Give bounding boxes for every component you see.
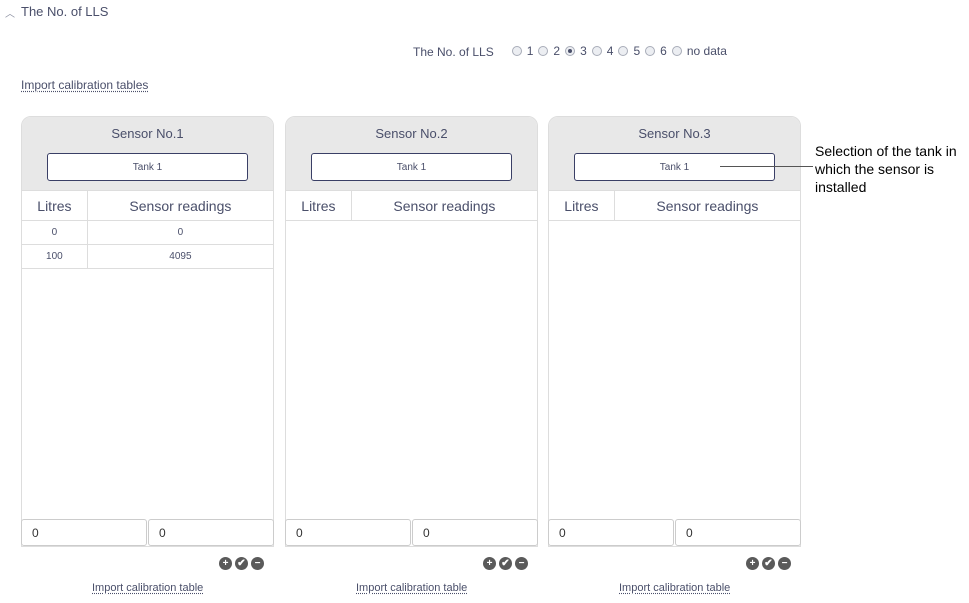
radio-button[interactable] <box>511 46 522 56</box>
new-row-inputs <box>285 519 538 546</box>
radio-button[interactable] <box>538 46 549 56</box>
lls-radio-option[interactable]: no data <box>671 44 727 58</box>
lls-radio-option[interactable]: 1 <box>511 44 534 58</box>
readings-input[interactable] <box>148 519 274 546</box>
radio-button[interactable] <box>618 46 629 56</box>
new-row-inputs <box>21 519 274 546</box>
import-calibration-table-link[interactable]: Import calibration table <box>356 582 467 594</box>
add-row-icon[interactable]: + <box>483 557 496 570</box>
remove-row-icon[interactable]: − <box>778 557 791 570</box>
import-calibration-tables-link[interactable]: Import calibration tables <box>21 78 148 92</box>
lls-count-label: The No. of LLS <box>413 44 494 59</box>
column-header-readings: Sensor readings <box>613 191 800 221</box>
table-row[interactable]: 0 0 <box>22 220 273 245</box>
sensor-card-header: Sensor No.1 Tank 1 <box>22 117 273 191</box>
readings-input[interactable] <box>675 519 801 546</box>
radio-label: 3 <box>580 44 587 58</box>
calibration-table: Litres Sensor readings <box>549 191 800 221</box>
column-header-litres: Litres <box>549 191 615 221</box>
radio-label: 5 <box>633 44 641 58</box>
column-header-readings: Sensor readings <box>86 191 273 221</box>
remove-row-icon[interactable]: − <box>515 557 528 570</box>
section-title: The No. of LLS <box>21 4 109 19</box>
sensor-title: Sensor No.3 <box>638 126 711 141</box>
readings-input[interactable] <box>412 519 538 546</box>
confirm-icon[interactable]: ✔ <box>235 557 248 570</box>
litres-input[interactable] <box>21 519 147 546</box>
litres-input[interactable] <box>548 519 674 546</box>
sensor-card: Sensor No.1 Tank 1 Litres Sensor reading… <box>21 116 274 547</box>
radio-label: 1 <box>526 44 534 58</box>
radio-label: 6 <box>660 44 667 58</box>
lls-count-selector: The No. of LLS 1 2 3 4 5 6 no data <box>413 44 732 59</box>
new-row-inputs <box>548 519 801 546</box>
sensor-card: Sensor No.3 Tank 1 Litres Sensor reading… <box>548 116 801 547</box>
radio-label: 2 <box>553 44 561 58</box>
tank-select[interactable]: Tank 1 <box>574 153 775 181</box>
sensor-card-header: Sensor No.3 Tank 1 <box>549 117 800 191</box>
radio-label: no data <box>686 44 727 58</box>
radio-label: 4 <box>606 44 614 58</box>
tank-select[interactable]: Tank 1 <box>47 153 248 181</box>
tank-select[interactable]: Tank 1 <box>311 153 512 181</box>
confirm-icon[interactable]: ✔ <box>762 557 775 570</box>
table-row[interactable]: 100 4095 <box>22 244 273 269</box>
radio-button[interactable] <box>645 46 656 56</box>
column-header-litres: Litres <box>22 191 88 221</box>
import-calibration-table-link[interactable]: Import calibration table <box>92 582 203 594</box>
radio-button[interactable] <box>671 46 682 56</box>
caret-up-icon[interactable]: ︿ <box>5 5 15 20</box>
radio-button[interactable] <box>591 46 602 56</box>
litres-cell: 0 <box>22 220 88 245</box>
lls-radio-option[interactable]: 2 <box>538 44 560 58</box>
row-actions: + ✔ − <box>483 557 528 570</box>
calibration-table: Litres Sensor readings 0 0 100 4095 <box>22 191 273 269</box>
sensor-card-header: Sensor No.2 Tank 1 <box>286 117 537 191</box>
column-header-readings: Sensor readings <box>350 191 537 221</box>
readings-cell: 0 <box>86 220 273 245</box>
row-actions: + ✔ − <box>746 557 791 570</box>
readings-cell: 4095 <box>86 244 273 269</box>
sensor-card: Sensor No.2 Tank 1 Litres Sensor reading… <box>285 116 538 547</box>
sensor-title: Sensor No.1 <box>111 126 184 141</box>
add-row-icon[interactable]: + <box>746 557 759 570</box>
lls-radio-option[interactable]: 3 <box>565 44 587 58</box>
litres-cell: 100 <box>22 244 88 269</box>
lls-radio-option[interactable]: 4 <box>591 44 614 58</box>
confirm-icon[interactable]: ✔ <box>499 557 512 570</box>
import-calibration-table-link[interactable]: Import calibration table <box>619 582 730 594</box>
add-row-icon[interactable]: + <box>219 557 232 570</box>
radio-button[interactable] <box>565 46 576 56</box>
callout-text: Selection of the tank in which the senso… <box>815 143 957 195</box>
calibration-table: Litres Sensor readings <box>286 191 537 221</box>
section-header[interactable]: ︿ The No. of LLS <box>5 4 109 20</box>
litres-input[interactable] <box>285 519 411 546</box>
row-actions: + ✔ − <box>219 557 264 570</box>
remove-row-icon[interactable]: − <box>251 557 264 570</box>
sensor-title: Sensor No.2 <box>375 126 448 141</box>
callout-line <box>720 166 813 167</box>
lls-radio-option[interactable]: 6 <box>645 44 667 58</box>
column-header-litres: Litres <box>286 191 352 221</box>
lls-radio-option[interactable]: 5 <box>618 44 640 58</box>
